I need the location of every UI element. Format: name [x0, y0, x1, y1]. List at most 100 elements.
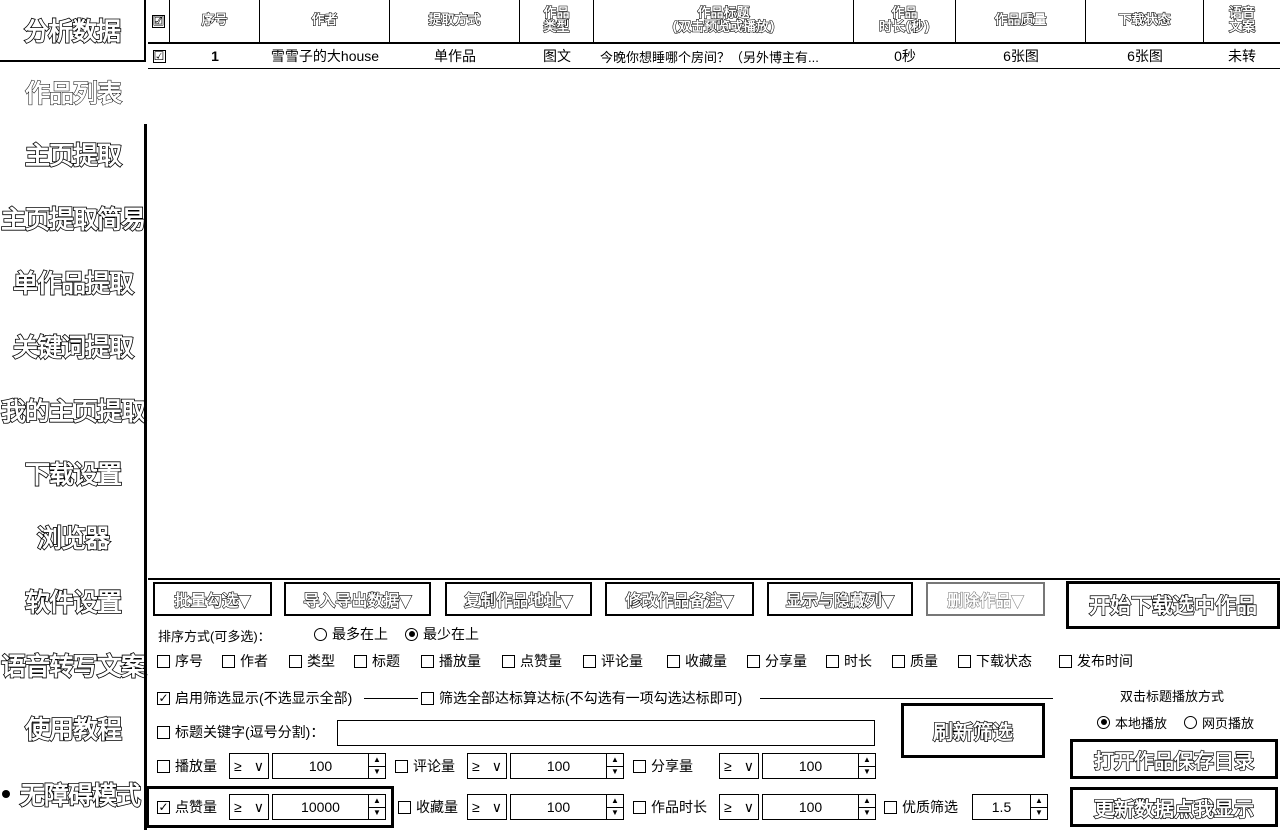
sidebar-item-accessibility[interactable]: 无障碍模式: [0, 764, 146, 824]
plays-value-spinner[interactable]: 100 ▲ ▼: [272, 753, 386, 779]
sort-field-likes[interactable]: 点赞量: [502, 651, 562, 671]
chevron-down-icon: ∨: [491, 757, 502, 774]
sidebar-item-single-work[interactable]: 单作品提取: [0, 252, 146, 312]
playmode-local-radio[interactable]: 本地播放: [1097, 712, 1167, 732]
col-duration[interactable]: 作品 时长(秒): [854, 0, 956, 42]
import-export-button[interactable]: 导入导出数据▼: [284, 582, 431, 616]
sidebar-item-tutorial[interactable]: 使用教程: [0, 698, 146, 758]
update-data-button[interactable]: 更新数据点我显示: [1070, 787, 1278, 827]
plays-operator-select[interactable]: ≥ ∨: [229, 753, 269, 779]
sort-field-collects[interactable]: 收藏量: [667, 651, 727, 671]
sidebar-item-browser[interactable]: 浏览器: [0, 507, 146, 567]
sort-field-plays[interactable]: 播放量: [421, 651, 481, 671]
keyword-filter-checkbox[interactable]: 标题关键字(逗号分割)：: [157, 722, 324, 742]
sort-field-author[interactable]: 作者: [222, 651, 268, 671]
cell-title[interactable]: 今晚你想睡哪个房间？（另外博主有...: [594, 44, 854, 68]
sort-field-comments[interactable]: 评论量: [583, 651, 643, 671]
spin-up-icon[interactable]: ▲: [369, 754, 385, 766]
shares-value-spinner[interactable]: 100 ▲ ▼: [762, 753, 876, 779]
comments-filter-checkbox[interactable]: 评论量: [395, 756, 455, 776]
duration-filter-checkbox[interactable]: 作品时长: [633, 797, 707, 817]
sort-field-publish-time[interactable]: 发布时间: [1059, 651, 1133, 671]
start-download-button[interactable]: 开始下载选中作品: [1066, 581, 1280, 629]
radio-icon: [1184, 715, 1197, 729]
duration-operator-select[interactable]: ≥ ∨: [719, 794, 759, 820]
row-checkbox[interactable]: ☑: [148, 44, 170, 68]
quality-filter-checkbox[interactable]: 优质筛选: [884, 797, 958, 817]
sidebar-item-homepage-extract[interactable]: 主页提取: [0, 124, 146, 184]
spin-down-icon[interactable]: ▼: [607, 765, 623, 779]
spin-down-icon[interactable]: ▼: [1031, 806, 1047, 820]
select-all-checkbox[interactable]: ☑: [148, 0, 170, 42]
delete-works-button[interactable]: 删除作品▼: [926, 582, 1045, 616]
all-reach-checkbox[interactable]: 筛选全部达标算达标(不勾选有一项勾选达标即可): [421, 688, 742, 708]
sort-label: 排序方式(可多选)：: [158, 628, 271, 644]
sidebar-item-homepage-simple[interactable]: 主页提取简易: [0, 188, 147, 248]
spin-down-icon[interactable]: ▼: [607, 806, 623, 820]
quality-value-spinner[interactable]: 1.5 ▲ ▼: [972, 794, 1048, 820]
sort-field-status[interactable]: 下载状态: [958, 651, 1032, 671]
sort-field-duration[interactable]: 时长: [826, 651, 872, 671]
spin-up-icon[interactable]: ▲: [1031, 795, 1047, 807]
col-method[interactable]: 提取方式: [390, 0, 520, 42]
col-transcript[interactable]: 语音 文案: [1204, 0, 1280, 42]
sort-field-type[interactable]: 类型: [289, 651, 335, 671]
spin-down-icon[interactable]: ▼: [369, 765, 385, 779]
sidebar-item-label: 软件设置: [24, 587, 123, 618]
likes-value-spinner[interactable]: 10000 ▲ ▼: [272, 794, 386, 820]
collects-value-spinner[interactable]: 100 ▲ ▼: [510, 794, 624, 820]
sidebar-item-analyze[interactable]: 分析数据: [0, 0, 146, 62]
collects-filter-checkbox[interactable]: 收藏量: [398, 797, 458, 817]
sidebar-item-software-settings[interactable]: 软件设置: [0, 571, 146, 631]
likes-filter-checkbox[interactable]: ✓ 点赞量: [157, 797, 217, 817]
sidebar-item-speech-to-text[interactable]: 语音转写文案: [0, 635, 147, 695]
playmode-web-radio[interactable]: 网页播放: [1184, 712, 1254, 732]
comments-value-spinner[interactable]: 100 ▲ ▼: [510, 753, 624, 779]
col-index[interactable]: 序号: [170, 0, 260, 42]
spin-down-icon[interactable]: ▼: [369, 806, 385, 820]
open-folder-button[interactable]: 打开作品保存目录: [1070, 739, 1278, 779]
sidebar-item-works-list[interactable]: 作品列表: [0, 62, 146, 122]
sidebar-item-keyword[interactable]: 关键词提取: [0, 316, 146, 376]
show-hide-columns-button[interactable]: 显示与隐藏列▼: [767, 582, 913, 616]
comments-operator-select[interactable]: ≥ ∨: [467, 753, 507, 779]
batch-select-button[interactable]: 批量勾选▼: [153, 582, 272, 616]
shares-operator-select[interactable]: ≥ ∨: [719, 753, 759, 779]
sort-field-title[interactable]: 标题: [354, 651, 400, 671]
spin-up-icon[interactable]: ▲: [607, 795, 623, 807]
sort-field-index[interactable]: 序号: [157, 651, 203, 671]
spin-up-icon[interactable]: ▲: [607, 754, 623, 766]
keyword-input[interactable]: [337, 720, 875, 746]
sidebar-item-my-homepage[interactable]: 我的主页提取: [0, 380, 147, 440]
table-row[interactable]: ☑ 1 雪雪子的大house 单作品 图文 今晚你想睡哪个房间？（另外博主有..…: [148, 44, 1280, 69]
col-status[interactable]: 下载状态: [1086, 0, 1204, 42]
refresh-filter-button[interactable]: 刷新筛选: [901, 703, 1045, 758]
sort-field-shares[interactable]: 分享量: [747, 651, 807, 671]
col-title[interactable]: 作品标题 (双击预览或播放): [594, 0, 854, 42]
sidebar-item-label: 我的主页提取: [0, 396, 147, 427]
col-type[interactable]: 作品 类型: [520, 0, 594, 42]
spin-down-icon[interactable]: ▼: [859, 765, 875, 779]
sort-most-top-radio[interactable]: 最多在上: [314, 624, 388, 644]
shares-filter-checkbox[interactable]: 分享量: [633, 756, 693, 776]
likes-operator-select[interactable]: ≥ ∨: [229, 794, 269, 820]
sidebar-item-label: 下载设置: [24, 459, 123, 490]
enable-filter-checkbox[interactable]: ✓ 启用筛选显示(不选显示全部): [157, 688, 352, 708]
sort-field-quality[interactable]: 质量: [892, 651, 938, 671]
spin-up-icon[interactable]: ▲: [859, 795, 875, 807]
sidebar-item-download-settings[interactable]: 下载设置: [0, 443, 146, 503]
chevron-down-icon: ∨: [253, 798, 264, 815]
collects-operator-select[interactable]: ≥ ∨: [467, 794, 507, 820]
spin-up-icon[interactable]: ▲: [369, 795, 385, 807]
copy-url-button[interactable]: 复制作品地址▼: [445, 582, 592, 616]
sort-least-top-radio[interactable]: 最少在上: [405, 624, 479, 644]
sidebar-item-label: 主页提取简易: [0, 204, 147, 235]
plays-filter-checkbox[interactable]: 播放量: [157, 756, 217, 776]
edit-note-button[interactable]: 修改作品备注▼: [605, 582, 754, 616]
cell-index: 1: [211, 48, 219, 64]
spin-down-icon[interactable]: ▼: [859, 806, 875, 820]
col-author[interactable]: 作者: [260, 0, 390, 42]
duration-value-spinner[interactable]: 100 ▲ ▼: [762, 794, 876, 820]
spin-up-icon[interactable]: ▲: [859, 754, 875, 766]
col-quality[interactable]: 作品质量: [956, 0, 1086, 42]
